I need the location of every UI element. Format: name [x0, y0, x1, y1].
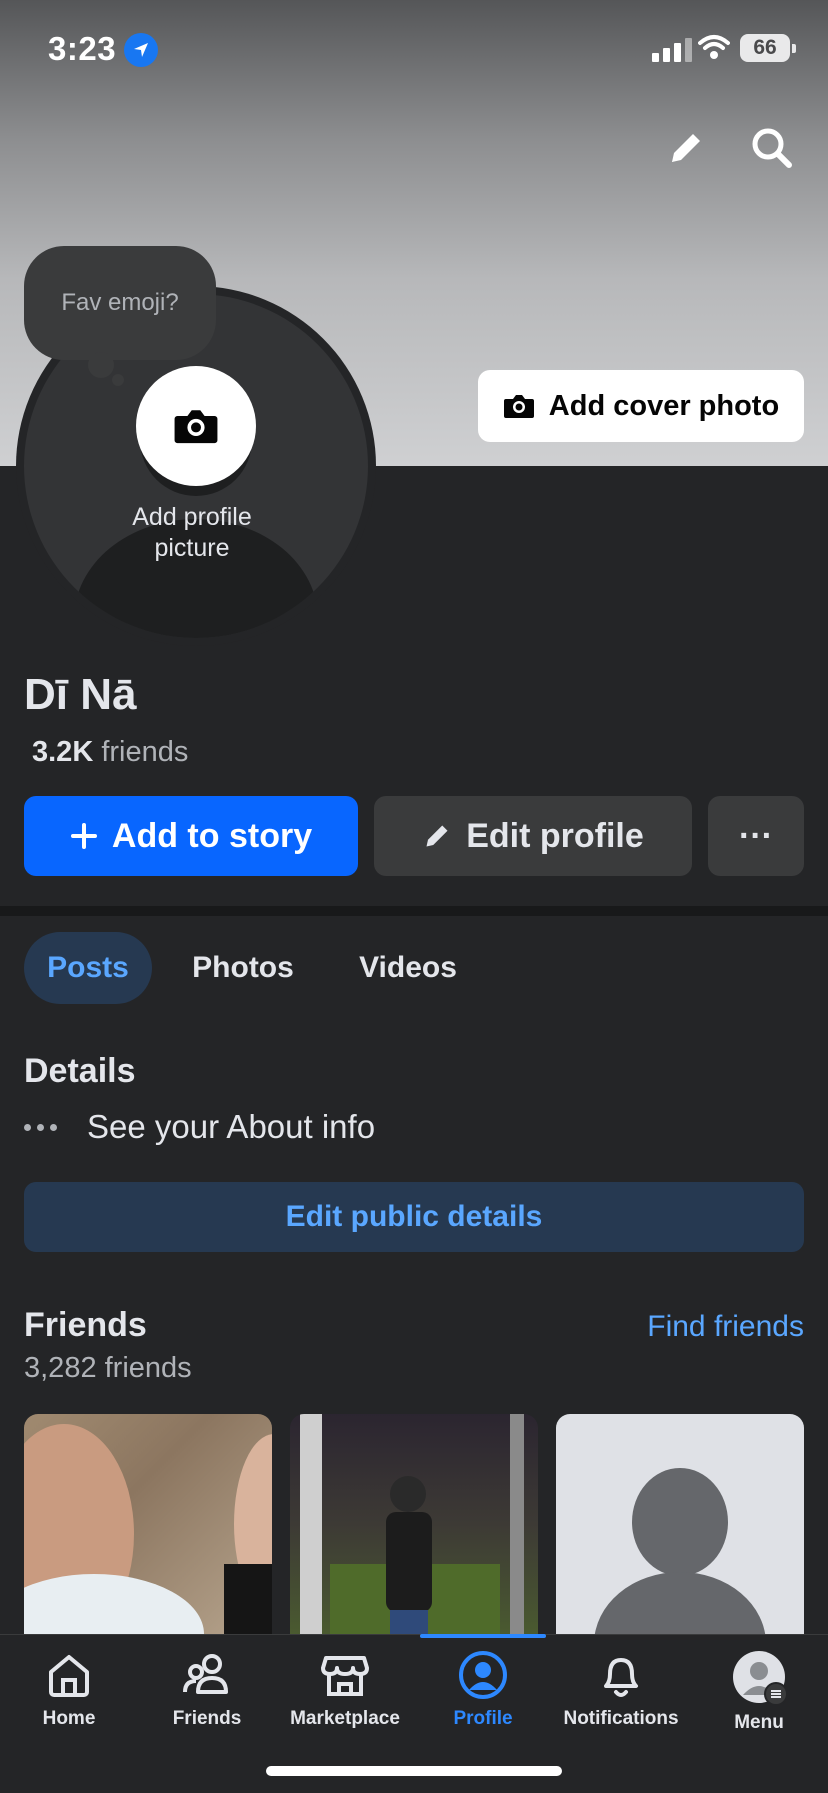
about-info-row[interactable]: See your About info: [24, 1108, 375, 1146]
camera-icon: [503, 395, 534, 418]
pencil-icon[interactable]: [660, 122, 712, 174]
nav-friends-label: Friends: [172, 1708, 242, 1729]
status-time: 3:23: [48, 30, 117, 67]
nav-menu-label: Menu: [734, 1712, 784, 1733]
add-to-story-label: Add to story: [111, 816, 313, 855]
nav-notifications-label: Notifications: [563, 1708, 679, 1729]
add-profile-picture-button[interactable]: [136, 366, 256, 486]
friends-count-number: 3.2K: [32, 736, 94, 768]
more-options-button[interactable]: ···: [708, 796, 804, 876]
home-icon: [49, 1655, 89, 1697]
find-friends-link[interactable]: Find friends: [647, 1310, 804, 1344]
home-indicator: [266, 1766, 562, 1776]
add-cover-photo-button[interactable]: Add cover photo: [478, 370, 804, 442]
edit-profile-button[interactable]: Edit profile: [374, 796, 692, 876]
nav-notifications[interactable]: Notifications: [552, 1650, 690, 1730]
section-divider: [0, 906, 828, 916]
profile-icon: [459, 1651, 507, 1699]
cell-signal-icon: [652, 36, 692, 62]
marketplace-icon: [321, 1656, 369, 1696]
tab-photos[interactable]: Photos: [176, 932, 310, 1004]
nav-friends[interactable]: Friends: [138, 1650, 276, 1730]
add-cover-photo-label: Add cover photo: [548, 389, 780, 422]
search-icon[interactable]: [746, 122, 798, 174]
details-title: Details: [24, 1052, 136, 1090]
friends-title: Friends: [24, 1306, 147, 1344]
nav-home[interactable]: Home: [0, 1650, 138, 1730]
friend-thumbnail[interactable]: [24, 1414, 272, 1634]
bubble-tail-small: [112, 374, 124, 386]
friends-icon: [183, 1654, 228, 1694]
menu-avatar-icon: [733, 1651, 786, 1704]
bell-icon: [604, 1658, 638, 1697]
wifi-icon: [698, 34, 730, 65]
ellipsis-icon: [24, 1123, 57, 1131]
nav-menu[interactable]: Menu: [690, 1650, 828, 1734]
battery-indicator: 66: [740, 34, 790, 62]
friends-count[interactable]: 3.2K friends: [32, 736, 188, 769]
nav-marketplace[interactable]: Marketplace: [276, 1650, 414, 1730]
add-to-story-button[interactable]: Add to story: [24, 796, 358, 876]
person-silhouette-icon: [594, 1468, 766, 1634]
add-profile-picture-label: Add profile picture: [132, 503, 252, 562]
tab-videos[interactable]: Videos: [344, 932, 472, 1004]
friends-total: 3,282 friends: [24, 1352, 192, 1384]
nav-profile-label: Profile: [453, 1708, 513, 1729]
friends-count-word: friends: [101, 736, 189, 768]
nav-home-label: Home: [42, 1708, 96, 1729]
bubble-tail: [88, 352, 114, 378]
profile-name: Dī Nā: [24, 670, 137, 719]
friend-thumbnail-placeholder[interactable]: [556, 1414, 804, 1634]
fav-emoji-bubble[interactable]: Fav emoji?: [24, 246, 216, 360]
nav-marketplace-label: Marketplace: [290, 1708, 400, 1729]
friend-thumbnail[interactable]: [290, 1414, 538, 1634]
nav-profile[interactable]: Profile: [414, 1650, 552, 1730]
edit-public-details-button[interactable]: Edit public details: [24, 1182, 804, 1252]
battery-tip: [792, 44, 796, 53]
location-arrow-icon: [124, 33, 158, 67]
camera-icon: [174, 410, 218, 444]
more-options-label: ···: [739, 816, 773, 855]
pencil-icon: [426, 825, 448, 847]
edit-profile-label: Edit profile: [466, 816, 644, 855]
about-info-label: See your About info: [87, 1108, 376, 1145]
plus-icon: [70, 823, 97, 849]
tab-posts[interactable]: Posts: [24, 932, 152, 1004]
active-tab-indicator: [420, 1634, 546, 1638]
